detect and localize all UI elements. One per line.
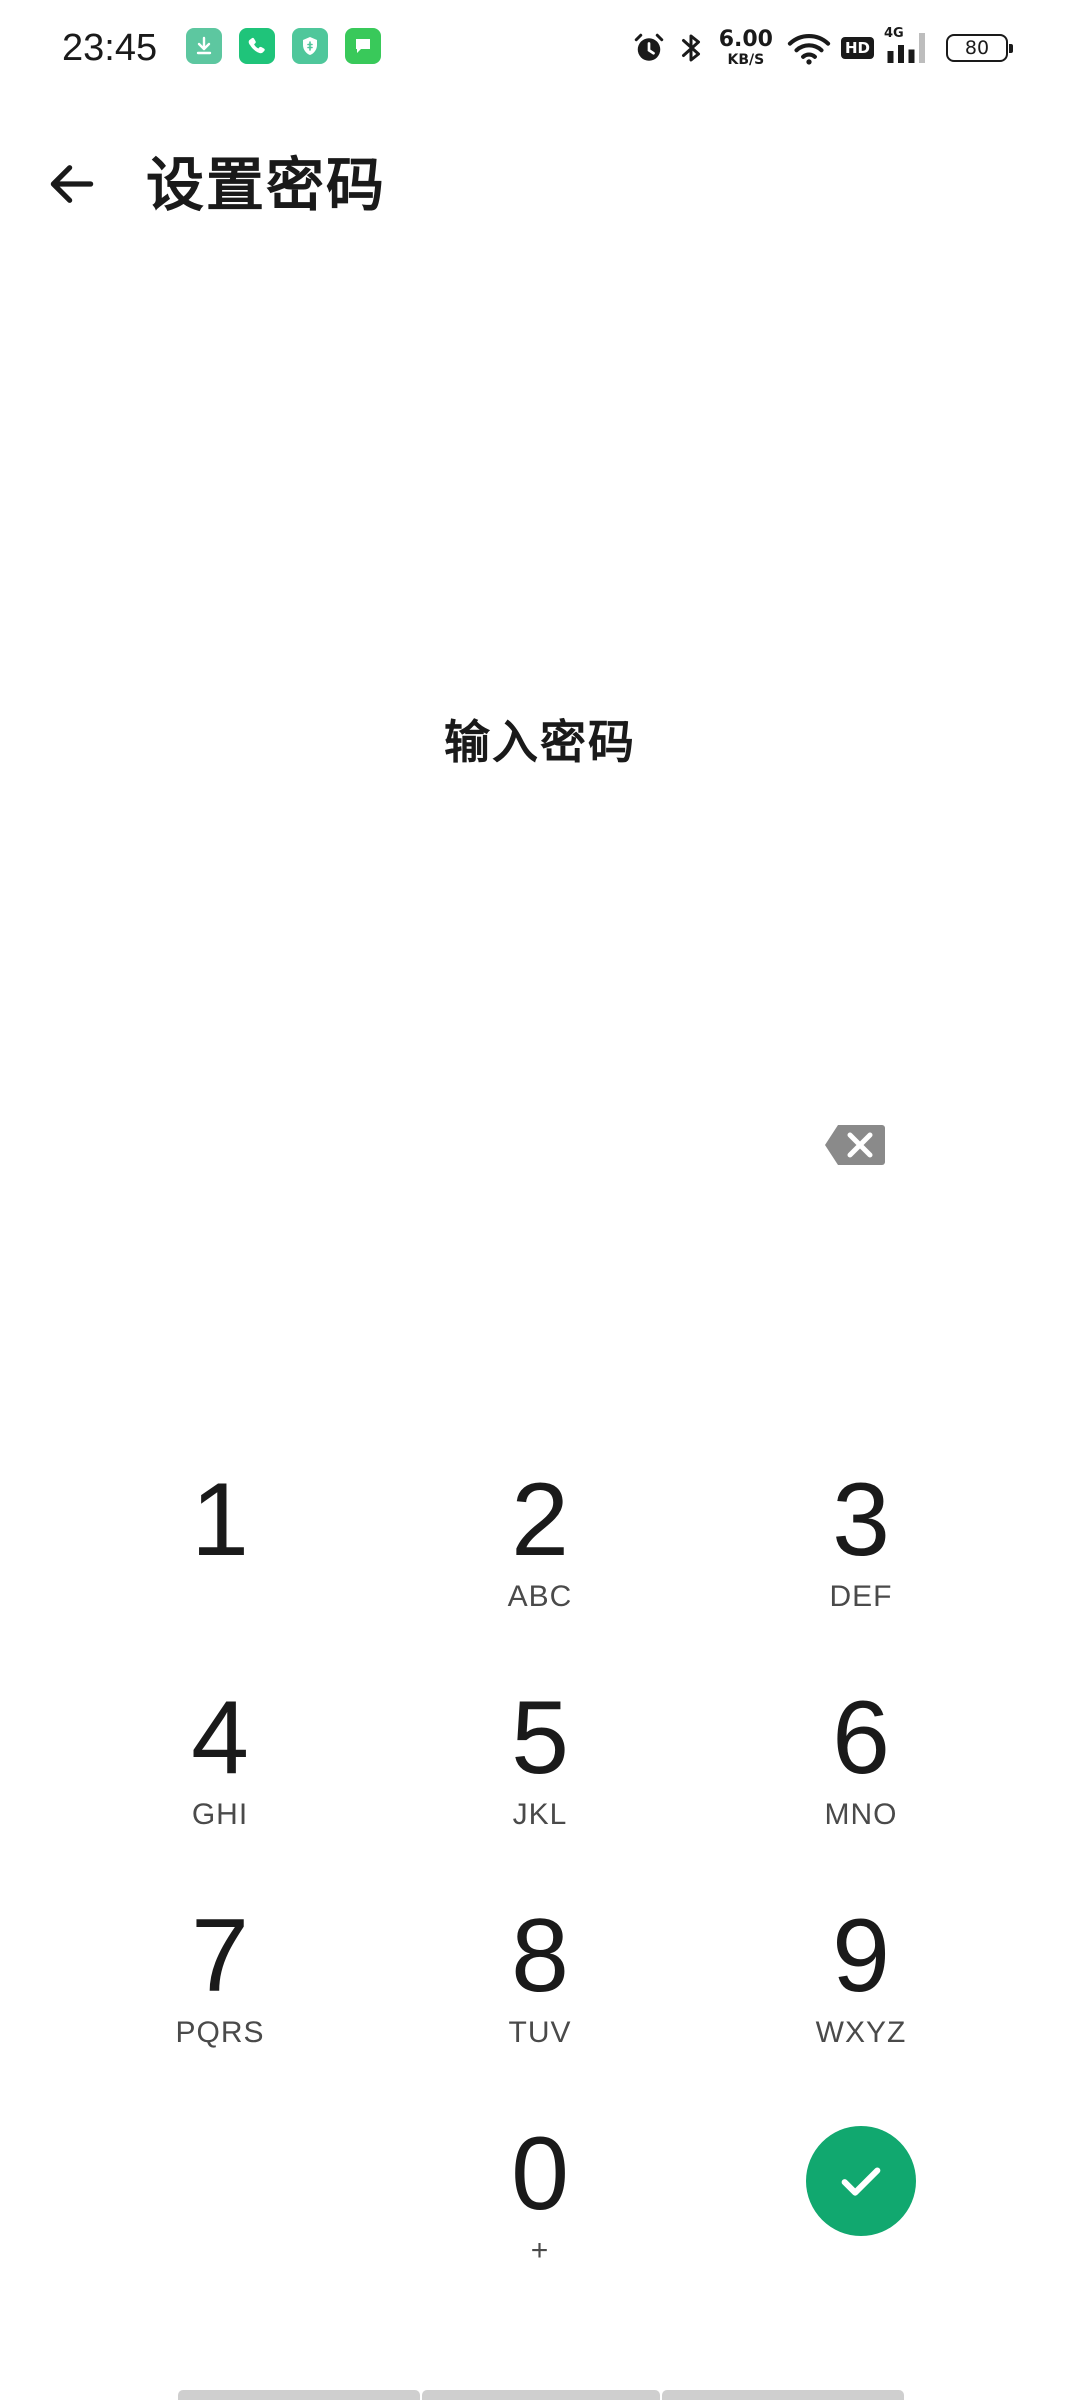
key-letters: +	[530, 2234, 550, 2267]
key-digit: 4	[191, 1680, 249, 1796]
cellular-signal-icon: 4G	[884, 26, 930, 66]
hd-badge: HD	[840, 37, 874, 59]
status-time: 23:45	[62, 27, 158, 69]
key-digit: 5	[511, 1680, 569, 1796]
key-letters: DEF	[829, 1580, 893, 1613]
key-letters: GHI	[191, 1798, 249, 1831]
key-4[interactable]: 4 GHI	[110, 1638, 330, 1838]
key-digit: 7	[191, 1898, 249, 2014]
notification-icons	[186, 28, 381, 64]
key-digit: 6	[832, 1680, 890, 1796]
page-title: 设置密码	[146, 151, 387, 219]
network-type-label: 4G	[884, 26, 904, 41]
download-icon	[186, 28, 222, 64]
key-5[interactable]: 5 JKL	[430, 1638, 650, 1838]
arrow-left-icon	[50, 165, 94, 203]
key-8[interactable]: 8 TUV	[430, 1856, 650, 2056]
checkmark-icon	[841, 2167, 881, 2196]
key-digit: 0	[511, 2116, 569, 2232]
alarm-icon	[631, 30, 667, 66]
status-bar: 23:45 6.00 KB/S HD 4G 80	[0, 0, 1080, 96]
message-icon	[345, 28, 381, 64]
key-digit: 8	[511, 1898, 569, 2014]
confirm-button[interactable]	[806, 2126, 916, 2236]
key-digit: 9	[832, 1898, 890, 2014]
key-letters: WXYZ	[815, 2016, 907, 2049]
key-letters: JKL	[512, 1798, 568, 1831]
key-3[interactable]: 3 DEF	[751, 1420, 971, 1620]
network-speed: 6.00 KB/S	[718, 27, 773, 68]
key-6[interactable]: 6 MNO	[751, 1638, 971, 1838]
network-speed-value: 6.00	[718, 27, 773, 52]
key-7[interactable]: 7 PQRS	[110, 1856, 330, 2056]
key-digit: 1	[191, 1462, 249, 1578]
key-2[interactable]: 2 ABC	[430, 1420, 650, 1620]
back-button[interactable]	[28, 140, 116, 228]
key-letters: PQRS	[175, 2016, 265, 2049]
key-1[interactable]: 1	[110, 1420, 330, 1620]
key-letters: MNO	[824, 1798, 898, 1831]
key-9[interactable]: 9 WXYZ	[751, 1856, 971, 2056]
key-letters: TUV	[508, 2016, 572, 2049]
shield-icon	[292, 28, 328, 64]
network-speed-unit: KB/S	[727, 52, 765, 68]
system-icons: 6.00 KB/S HD 4G 80	[631, 22, 1013, 74]
key-digit: 2	[511, 1462, 569, 1578]
nav-bar-segment-right[interactable]	[662, 2390, 904, 2400]
key-letters: ABC	[507, 1580, 573, 1613]
backspace-icon	[825, 1125, 885, 1165]
nav-bar-segment-center[interactable]	[422, 2390, 660, 2400]
battery-level: 80	[964, 36, 990, 59]
key-digit: 3	[832, 1462, 890, 1578]
delete-button[interactable]	[810, 1110, 900, 1180]
battery-icon: 80	[946, 34, 1013, 62]
password-prompt: 输入密码	[444, 715, 636, 769]
app-bar: 设置密码	[0, 120, 1080, 240]
wifi-icon	[787, 30, 831, 66]
key-0[interactable]: 0 +	[430, 2074, 650, 2274]
nav-bar-segment-left[interactable]	[178, 2390, 420, 2400]
phone-icon	[239, 28, 275, 64]
password-setup-screen: 23:45 6.00 KB/S HD 4G 80 设置密码 输入密码 1 2 A…	[0, 0, 1080, 2400]
bluetooth-icon	[677, 30, 705, 66]
